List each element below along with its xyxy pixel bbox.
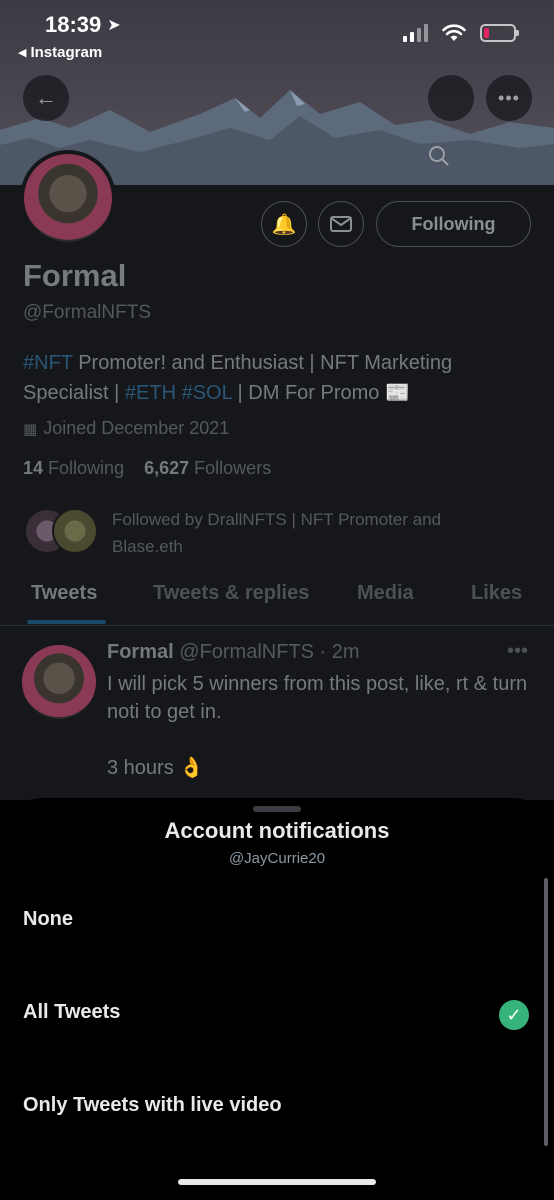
joined-date: ▦ Joined December 2021 <box>23 418 230 438</box>
followed-by-text: Followed by DrallNFTS | NFT Promoter and… <box>112 510 442 556</box>
following-count-link[interactable]: 14 Following <box>23 458 124 478</box>
status-time: 18:39 ➤ <box>45 12 121 37</box>
tweet-text: I will pick 5 winners from this post, li… <box>107 673 528 779</box>
follow-stats: 14 Following 6,627 Followers <box>23 458 271 479</box>
profile-bio: #NFT Promoter! and Enthusiast | NFT Mark… <box>23 352 453 404</box>
tab-tweets[interactable]: Tweets <box>31 582 97 605</box>
hashtag-link[interactable]: #ETH <box>125 382 176 404</box>
followed-by[interactable]: Followed by DrallNFTS | NFT Promoter and… <box>24 506 492 560</box>
more-dots-icon: ••• <box>498 87 520 108</box>
active-tab-indicator <box>27 620 106 624</box>
option-all-tweets[interactable]: All Tweets <box>23 1001 120 1024</box>
hashtag-link[interactable]: #NFT <box>23 352 73 374</box>
tab-media[interactable]: Media <box>357 582 414 605</box>
message-button[interactable] <box>318 201 364 247</box>
profile-avatar[interactable] <box>20 150 116 246</box>
battery-icon <box>480 24 519 42</box>
profile-handle: @FormalNFTS <box>23 302 152 323</box>
wifi-icon <box>442 24 466 41</box>
option-live-video[interactable]: Only Tweets with live video <box>23 1094 282 1117</box>
follower-avatar <box>52 508 98 554</box>
bell-icon: 🔔 <box>271 213 297 236</box>
calendar-icon: ▦ <box>23 420 38 438</box>
scrollbar[interactable] <box>544 878 548 1146</box>
search-icon <box>429 146 449 166</box>
checkmark-icon: ✓ <box>499 1000 529 1030</box>
cellular-signal-icon <box>403 24 428 42</box>
tweet-header: Formal @FormalNFTS · 2m <box>107 641 360 664</box>
tweet-meta: @FormalNFTS · 2m <box>179 641 360 663</box>
profile-name: Formal <box>23 258 127 293</box>
tab-likes[interactable]: Likes <box>471 582 522 605</box>
newspaper-emoji-icon: 📰 <box>385 382 410 404</box>
tweet-more-icon[interactable]: ••• <box>507 640 528 663</box>
more-button[interactable]: ••• <box>486 75 532 121</box>
account-notifications-sheet: Account notifications @JayCurrie20 None … <box>0 798 554 1200</box>
option-none[interactable]: None <box>23 908 73 931</box>
back-triangle-icon: ◀ <box>18 47 27 59</box>
hashtag-link[interactable]: #SOL <box>182 382 232 404</box>
following-button[interactable]: Following <box>376 201 531 247</box>
search-button[interactable] <box>428 75 474 166</box>
sheet-title: Account notifications <box>164 818 390 843</box>
back-app-label: Instagram <box>30 44 103 61</box>
notifications-bell-button[interactable]: 🔔 <box>261 201 307 247</box>
tab-tweets-replies[interactable]: Tweets & replies <box>153 582 309 605</box>
tweet-avatar[interactable] <box>22 645 96 719</box>
home-indicator[interactable] <box>178 1179 376 1185</box>
status-bar: 18:39 ➤ ◀ Instagram <box>0 0 554 70</box>
mail-icon <box>330 216 352 232</box>
back-to-app-link[interactable]: ◀ Instagram <box>18 44 102 61</box>
tweet-author-name[interactable]: Formal <box>107 641 174 663</box>
sheet-grabber[interactable] <box>253 806 301 812</box>
arrow-left-icon: ← <box>35 85 57 110</box>
followers-count-link[interactable]: 6,627 Followers <box>144 458 271 478</box>
location-arrow-icon: ➤ <box>107 17 121 34</box>
back-button[interactable]: ← <box>23 75 69 121</box>
sheet-subtitle: @JayCurrie20 <box>228 850 326 867</box>
